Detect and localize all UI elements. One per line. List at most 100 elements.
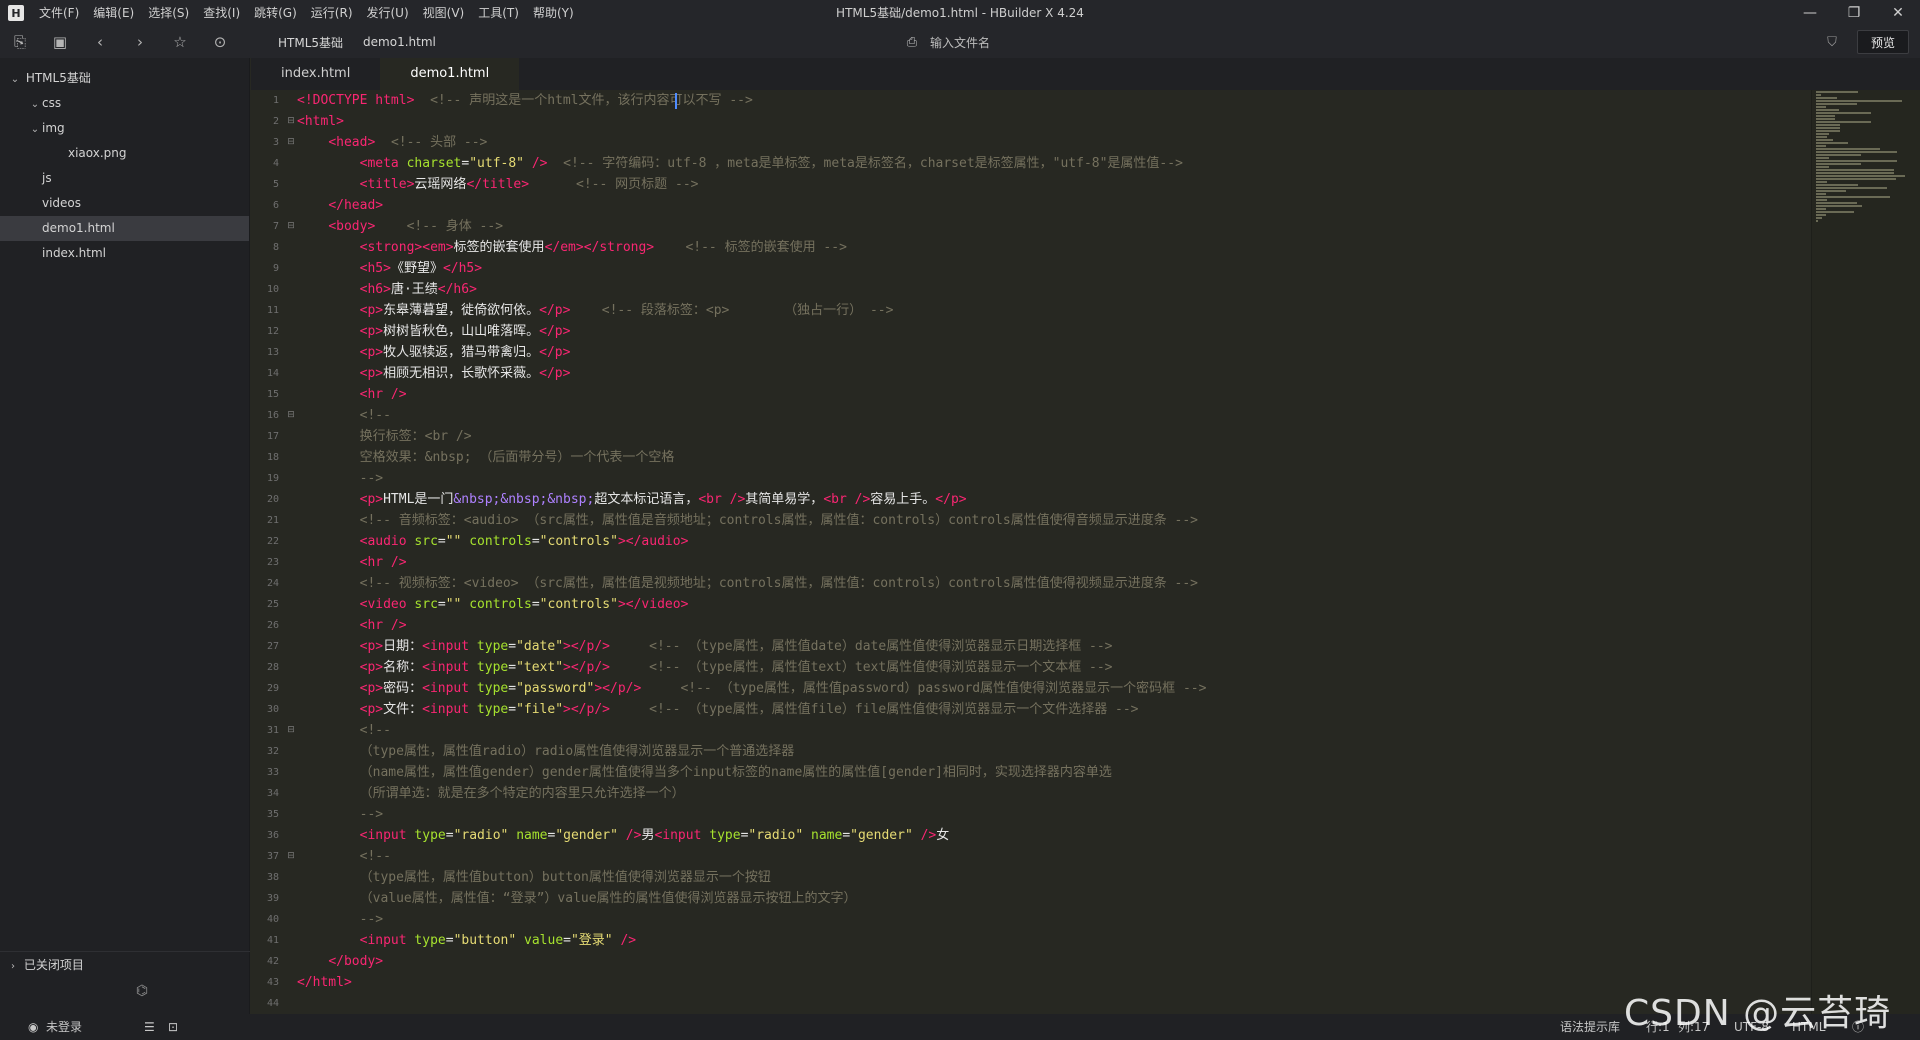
code-line[interactable]: --> [297,468,1206,489]
code-line[interactable]: <p>HTML是一门&nbsp;&nbsp;&nbsp;超文本标记语言，<br … [297,489,1206,510]
code-token: type [709,828,741,843]
code-line[interactable]: <p>牧人驱犊返，猎马带禽归。</p> [297,342,1206,363]
code-line[interactable]: <!-- [297,720,1206,741]
menu-item-0[interactable]: 文件(F) [32,0,86,26]
code-line[interactable]: <h5>《野望》</h5> [297,258,1206,279]
preview-button[interactable]: 预览 [1857,30,1909,54]
fold-toggle-icon[interactable]: ⊟ [285,846,297,867]
tree-item[interactable]: ⌄ css [0,91,249,116]
editor-tab[interactable]: index.html [251,58,380,90]
code-line[interactable]: <p>树树皆秋色，山山唯落晖。</p> [297,321,1206,342]
code-line[interactable]: <html> [297,111,1206,132]
code-line[interactable]: <!-- [297,846,1206,867]
code-line[interactable]: <hr /> [297,552,1206,573]
code-line[interactable]: （value属性，属性值：“登录”）value属性的属性值使得浏览器显示按钮上的… [297,888,1206,909]
back-icon[interactable]: ‹ [80,26,120,58]
file-search-input[interactable]: ⎙ 输入文件名 [900,30,1280,54]
fold-toggle-icon[interactable]: ⊟ [285,216,297,237]
run-icon[interactable]: ⊙ [200,26,240,58]
code-editor[interactable]: 1 2 3 4 5 6 7 8 9 10 11 12 13 14 15 16 17 18 19 20 21 22 23 24 2… [251,90,1811,1014]
editor-tab[interactable]: demo1.html [380,58,520,90]
code-line[interactable]: <input type="button" value="登录" /> [297,930,1206,951]
tree-item[interactable]: demo1.html [0,216,249,241]
code-line[interactable]: <hr /> [297,384,1206,405]
code-line[interactable]: 换行标签：<br /> [297,426,1206,447]
code-line[interactable]: 空格效果：&nbsp; （后面带分号）一个代表一个空格 [297,447,1206,468]
restore-icon[interactable]: ❐ [1832,0,1876,26]
closed-projects-section[interactable]: › 已关闭项目 [0,951,250,977]
new-file-icon[interactable]: ⎘ [0,26,40,58]
code-line[interactable]: <p>文件：<input type="file"></p/> <!-- （typ… [297,699,1206,720]
menu-item-6[interactable]: 发行(U) [360,0,416,26]
code-line[interactable] [297,993,1206,1014]
close-icon[interactable]: ✕ [1876,0,1920,26]
code-line[interactable]: （name属性，属性值gender）gender属性值使得当多个input标签的… [297,762,1206,783]
code-token: ></p/> [563,660,610,675]
code-line[interactable]: <p>密码：<input type="password"></p/> <!-- … [297,678,1207,699]
fold-toggle-icon[interactable]: ⊟ [285,720,297,741]
code-line[interactable]: <!-- [297,405,1206,426]
tree-item[interactable]: xiaox.png [0,141,249,166]
menu-item-5[interactable]: 运行(R) [304,0,360,26]
minimap[interactable] [1811,90,1920,1014]
breadcrumb-project[interactable]: HTML5基础 [268,34,353,51]
save-icon[interactable]: ▣ [40,26,80,58]
closed-projects-label: 已关闭项目 [23,958,84,972]
menu-item-1[interactable]: 编辑(E) [86,0,141,26]
code-line[interactable]: <!-- 音频标签：<audio> （src属性，属性值是音频地址；contro… [297,510,1206,531]
code-line[interactable]: <head> <!-- 头部 --> [297,132,1206,153]
cloud-sync-icon[interactable]: ⌬ [132,983,152,1003]
filter-icon[interactable]: ⛉ [1820,26,1844,58]
menu-item-8[interactable]: 工具(T) [471,0,526,26]
code-area[interactable]: <!DOCTYPE html> <!-- 声明这是一个html文件，该行内容可以… [297,90,1206,1014]
code-line[interactable]: <strong><em>标签的嵌套使用</em></strong> <!-- 标… [297,237,1206,258]
code-line[interactable]: （type属性，属性值radio）radio属性值使得浏览器显示一个普通选择器 [297,741,1206,762]
menu-item-3[interactable]: 查找(I) [196,0,247,26]
fold-toggle-icon[interactable]: ⊟ [285,132,297,153]
code-line[interactable]: </head> [297,195,1206,216]
menu-item-2[interactable]: 选择(S) [141,0,196,26]
code-line[interactable]: <p>相顾无相识，长歌怀采薇。</p> [297,363,1206,384]
code-line[interactable]: <!-- 视频标签：<video> （src属性，属性值是视频地址；contro… [297,573,1206,594]
code-line[interactable]: --> [297,909,1206,930]
code-line[interactable]: <h6>唐·王绩</h6> [297,279,1206,300]
code-line[interactable]: <!DOCTYPE html> <!-- 声明这是一个html文件，该行内容可以… [297,90,1206,111]
code-line[interactable]: <input type="radio" name="gender" />男<in… [297,825,1206,846]
code-line[interactable]: </html> [297,972,1206,993]
user-icon[interactable]: ◉ [28,1014,38,1040]
tree-item[interactable]: ⌄ img [0,116,249,141]
tree-item[interactable]: index.html [0,241,249,266]
breadcrumb-file[interactable]: demo1.html [353,35,446,49]
code-line[interactable]: <p>名称：<input type="text"></p/> <!-- （typ… [297,657,1206,678]
line-number: 26 [266,620,279,631]
login-status[interactable]: 未登录 [46,1014,82,1040]
code-line[interactable]: <p>日期：<input type="date"></p/> <!-- （typ… [297,636,1206,657]
code-line[interactable]: <p>东皋薄暮望，徙倚欲何依。</p> <!-- 段落标签：<p> （独占一行）… [297,300,1206,321]
minimize-icon[interactable]: — [1788,0,1832,26]
tree-item[interactable]: videos [0,191,249,216]
code-line[interactable]: <body> <!-- 身体 --> [297,216,1206,237]
menu-item-9[interactable]: 帮助(Y) [526,0,581,26]
code-line[interactable]: <video src="" controls="controls"></vide… [297,594,1206,615]
code-line[interactable]: （type属性，属性值button）button属性值使得浏览器显示一个按钮 [297,867,1206,888]
fold-toggle-icon[interactable]: ⊟ [285,405,297,426]
code-line[interactable]: <audio src="" controls="controls"></audi… [297,531,1206,552]
code-line[interactable]: </body> [297,951,1206,972]
menu-item-7[interactable]: 视图(V) [416,0,472,26]
favorite-icon[interactable]: ☆ [160,26,200,58]
syntax-hint-library[interactable]: 语法提示库 [1560,1014,1620,1040]
code-line[interactable]: <meta charset="utf-8" /> <!-- 字符编码：utf-8… [297,153,1206,174]
terminal-icon[interactable]: ⊡ [168,1014,178,1040]
list-icon[interactable]: ☰ [144,1014,155,1040]
tree-project-root[interactable]: ⌄ HTML5基础 [0,66,249,91]
code-line[interactable]: --> [297,804,1206,825]
code-line[interactable]: <hr /> [297,615,1206,636]
code-line[interactable]: <title>云瑶网络</title> <!-- 网页标题 --> [297,174,1206,195]
tree-item[interactable]: js [0,166,249,191]
menu-item-4[interactable]: 跳转(G) [247,0,304,26]
code-line[interactable]: （所谓单选：就是在多个特定的内容里只允许选择一个） [297,783,1206,804]
fold-toggle-icon[interactable]: ⊟ [285,111,297,132]
forward-icon[interactable]: › [120,26,160,58]
line-number: 44 [266,998,279,1009]
code-token: </h5> [442,261,483,276]
